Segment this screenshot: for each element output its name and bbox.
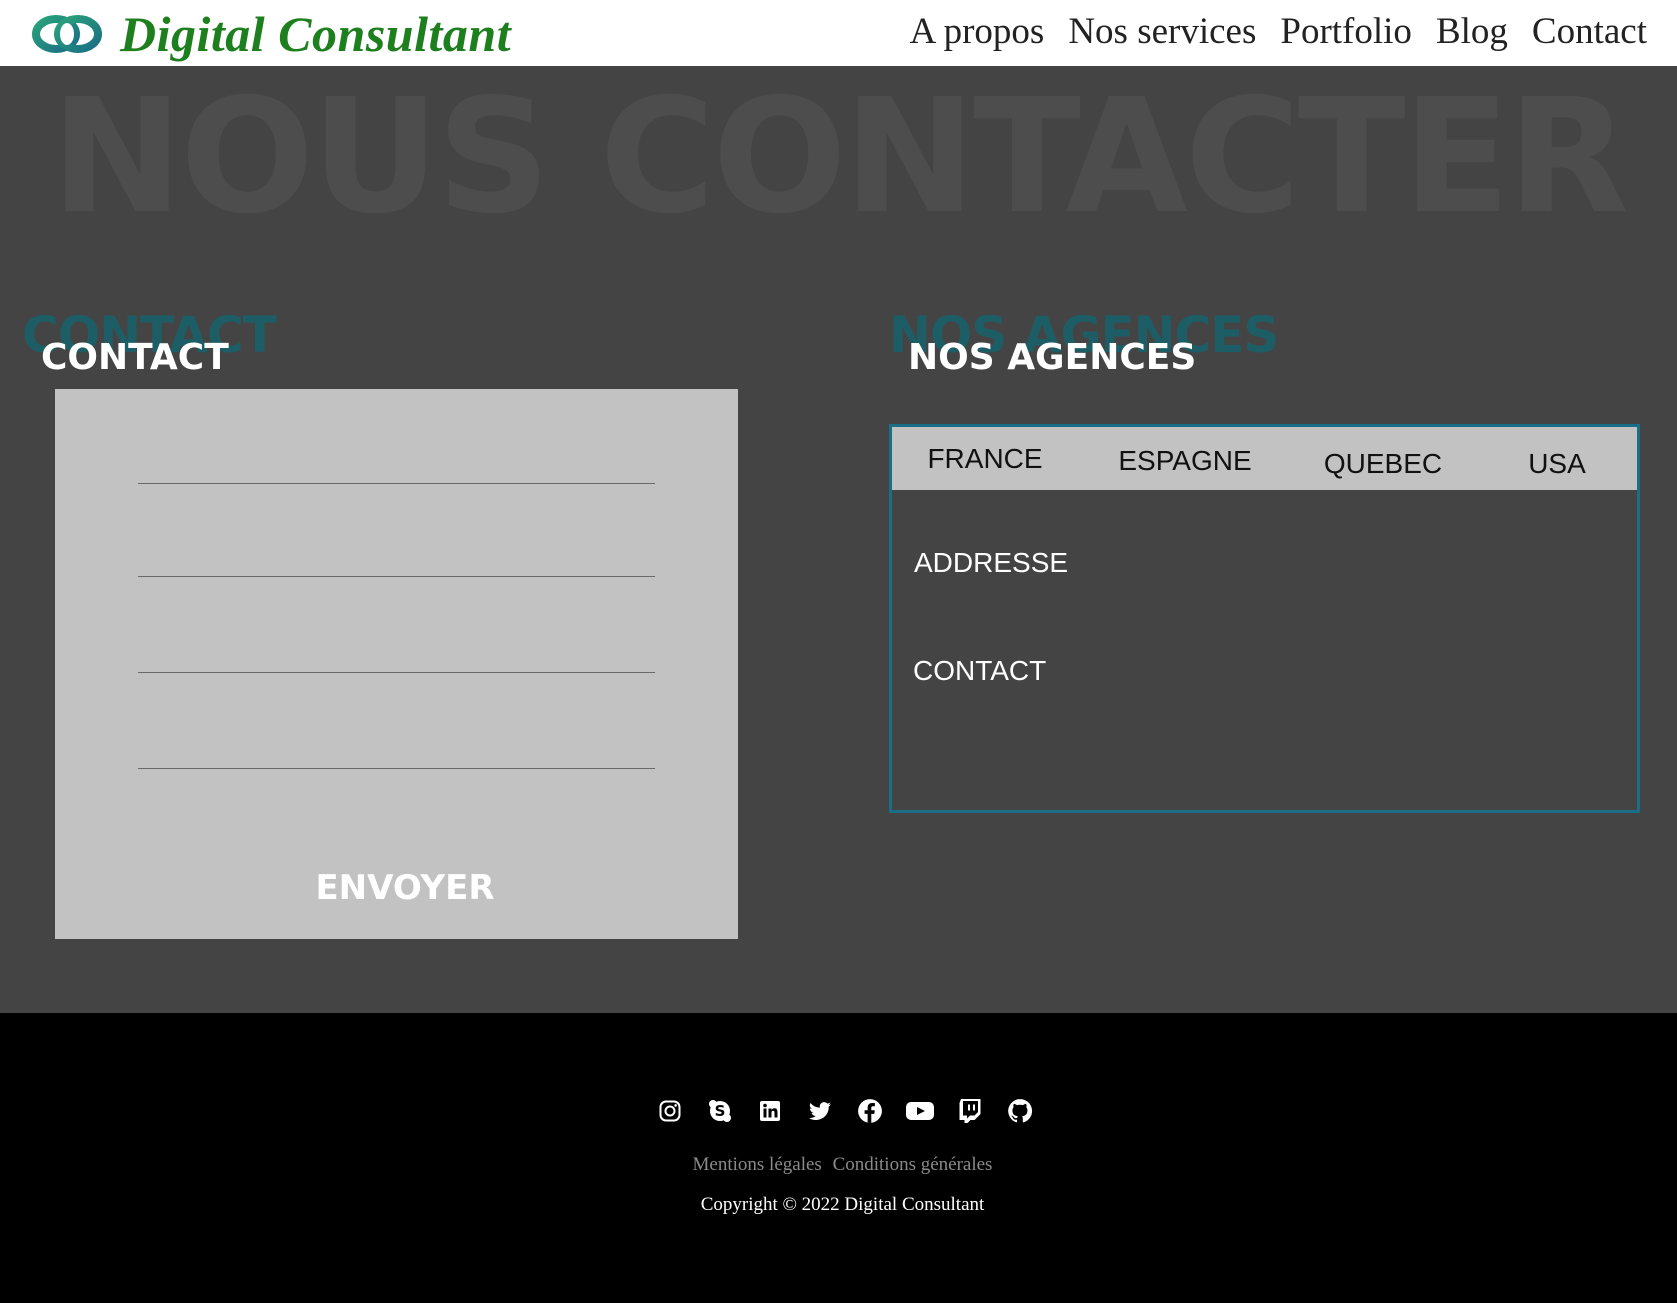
facebook-icon[interactable] <box>856 1097 884 1125</box>
linkedin-icon[interactable] <box>756 1097 784 1125</box>
logo[interactable]: Digital Consultant <box>30 6 512 62</box>
youtube-icon[interactable] <box>905 1097 934 1125</box>
agency-address-label: ADDRESSE <box>914 547 1069 578</box>
contact-field-1[interactable] <box>138 444 655 484</box>
contact-field-4[interactable] <box>138 729 655 769</box>
tab-espagne[interactable]: ESPAGNE <box>1090 429 1280 492</box>
tab-france[interactable]: FRANCE <box>900 427 1070 490</box>
agencies-panel: FRANCE ESPAGNE QUEBEC USA ADDRESSE CONTA… <box>889 424 1640 813</box>
site-header: Digital Consultant A propos Nos services… <box>0 0 1677 66</box>
skype-icon[interactable]: S <box>706 1097 734 1125</box>
tab-usa[interactable]: USA <box>1482 432 1632 495</box>
hero-title: NOUS CONTACTER <box>50 65 1629 249</box>
legal-notice-link[interactable]: Mentions légales <box>693 1154 822 1175</box>
send-button[interactable]: ENVOYER <box>285 865 525 911</box>
contact-field-2[interactable] <box>138 537 655 577</box>
copyright-text: Copyright © 2022 Digital Consultant <box>700 1194 985 1215</box>
agency-tabs: FRANCE ESPAGNE QUEBEC USA <box>892 427 1637 490</box>
twitch-icon[interactable] <box>956 1097 984 1125</box>
contact-form: ENVOYER <box>55 389 738 939</box>
nav-link-a-propos[interactable]: A propos <box>910 10 1045 53</box>
github-icon[interactable] <box>1006 1097 1034 1125</box>
nav-link-blog[interactable]: Blog <box>1436 10 1508 53</box>
contact-page-main: NOUS CONTACTER CONTACT CONTACT ENVOYER N… <box>0 66 1677 1013</box>
instagram-icon[interactable] <box>656 1097 684 1125</box>
agency-contact-label: CONTACT <box>913 655 1047 686</box>
main-nav: A propos Nos services Portfolio Blog Con… <box>910 10 1647 53</box>
logo-rings-icon <box>30 9 106 59</box>
site-footer: S Mentions légales Conditions générales … <box>0 1013 1677 1303</box>
social-links: S <box>0 1097 1677 1125</box>
twitter-icon[interactable] <box>806 1097 834 1125</box>
logo-text: Digital Consultant <box>120 6 512 62</box>
contact-section-title: CONTACT <box>41 337 229 378</box>
tab-quebec[interactable]: QUEBEC <box>1288 432 1478 495</box>
svg-text:S: S <box>714 1102 725 1120</box>
legal-links: Mentions légales Conditions générales <box>0 1154 1677 1176</box>
nav-link-contact[interactable]: Contact <box>1532 10 1647 53</box>
contact-field-3[interactable] <box>138 633 655 673</box>
nav-link-nos-services[interactable]: Nos services <box>1068 10 1256 53</box>
agencies-section-title: NOS AGENCES <box>908 337 1197 378</box>
nav-link-portfolio[interactable]: Portfolio <box>1280 10 1412 53</box>
terms-link[interactable]: Conditions générales <box>833 1154 993 1175</box>
